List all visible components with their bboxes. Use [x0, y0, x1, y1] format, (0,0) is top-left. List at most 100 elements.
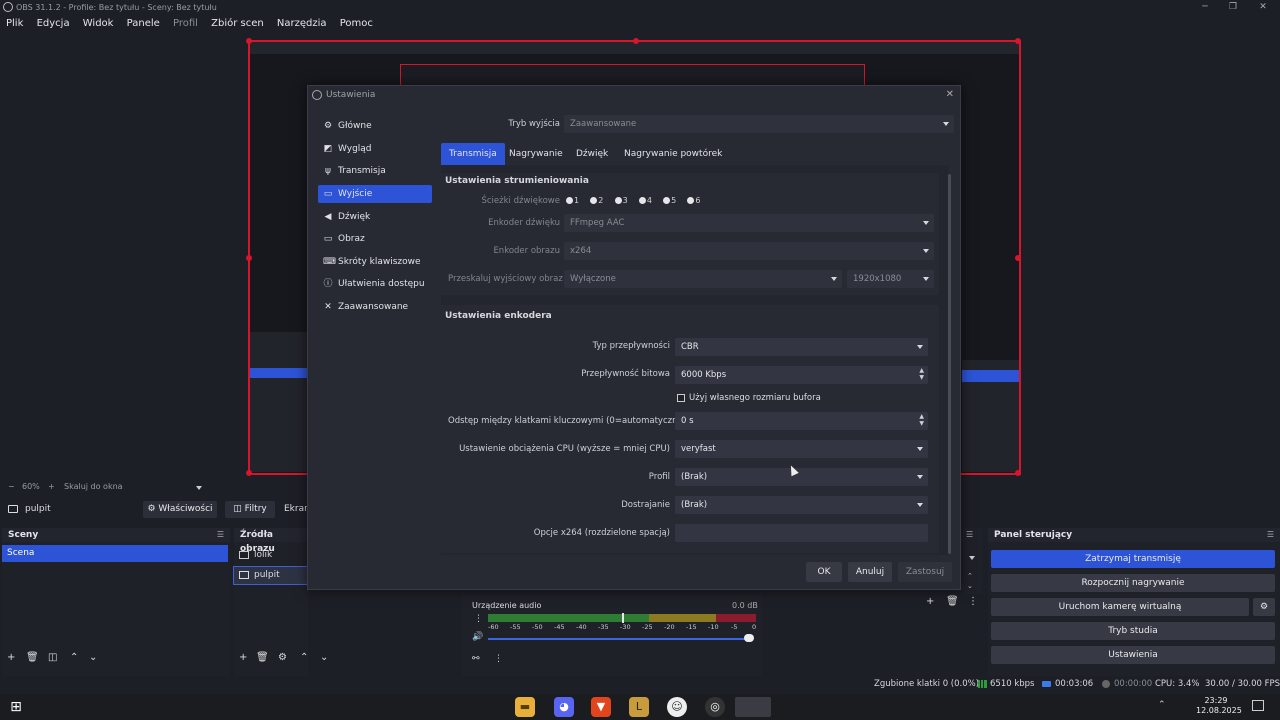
nav-appearance[interactable]: ◩ Wygląd [318, 140, 432, 158]
output-mode-select[interactable]: Zaawansowane [564, 115, 954, 133]
taskbar-time: 23:29 [1204, 696, 1228, 705]
brave-icon[interactable]: ▼ [591, 697, 611, 717]
keyframe-interval-input[interactable]: 0 s ▲ ▼ [675, 412, 928, 430]
virtual-camera-settings-icon[interactable]: ⚙ [1253, 598, 1275, 616]
window-title: OBS 31.1.2 - Profile: Bez tytułu - Sceny… [16, 3, 217, 12]
stop-stream-button[interactable]: Zatrzymaj transmisję [991, 550, 1275, 568]
start-recording-button[interactable]: Rozpocznij nagrywanie [991, 574, 1275, 592]
track-radio-5[interactable]: 5 [663, 196, 676, 205]
remove-audio-icon[interactable]: 🗑 [946, 596, 959, 607]
dock-menu-icon[interactable]: ☰ [217, 528, 224, 542]
close-window-button[interactable]: ✕ [1248, 0, 1278, 15]
screen-label[interactable]: Ekran [284, 504, 310, 514]
scrollbar[interactable] [948, 174, 951, 554]
profile-select[interactable]: (Brak) [675, 468, 928, 486]
nav-video[interactable]: ▭ Obraz [318, 230, 432, 248]
obs-taskbar-icon[interactable]: ◎ [705, 697, 725, 717]
menu-profile[interactable]: Profil [167, 15, 202, 33]
menu-view[interactable]: Widok [77, 15, 118, 33]
scene-filters-icon[interactable]: ◫ [48, 652, 57, 663]
menu-docks[interactable]: Panele [121, 15, 164, 33]
nav-stream[interactable]: ψ Transmisja [318, 162, 432, 180]
volume-handle[interactable] [744, 634, 754, 642]
custom-buffer-option[interactable]: Użyj własnego rozmiaru bufora [675, 393, 928, 405]
cancel-button[interactable]: Anuluj [848, 562, 892, 582]
tray-expand-icon[interactable]: ⌃ [1158, 700, 1166, 710]
menu-file[interactable]: Plik [0, 15, 27, 33]
remove-source-icon[interactable]: 🗑 [256, 652, 269, 663]
tab-audio[interactable]: Dźwięk [568, 143, 616, 165]
nav-advanced[interactable]: ✕ Zaawansowane [318, 298, 432, 316]
league-icon[interactable]: L [629, 697, 649, 717]
remove-scene-icon[interactable]: 🗑 [26, 652, 39, 663]
track-radio-2[interactable]: 2 [590, 196, 603, 205]
nav-general[interactable]: ⚙ Główne [318, 117, 432, 135]
antenna-icon: ψ [325, 166, 331, 176]
active-window-icon[interactable] [735, 697, 771, 717]
notification-icon[interactable] [1252, 700, 1264, 711]
scale-mode-select[interactable]: Skaluj do okna [64, 481, 123, 493]
rescale-output-select[interactable]: Wyłączone [564, 270, 842, 288]
menu-tools[interactable]: Narzędzia [271, 15, 331, 33]
virtual-camera-button[interactable]: Uruchom kamerę wirtualną [991, 598, 1249, 616]
track-radio-1[interactable]: 1 [566, 196, 579, 205]
nav-audio[interactable]: ◀ Dźwięk [318, 208, 432, 226]
settings-button[interactable]: Ustawienia [991, 646, 1275, 664]
custom-buffer-checkbox[interactable] [677, 394, 685, 402]
mixer-link-icon[interactable]: ⚯ [472, 654, 480, 664]
studio-mode-button[interactable]: Tryb studia [991, 622, 1275, 640]
scene-item[interactable]: Scena [2, 545, 228, 562]
tune-select[interactable]: (Brak) [675, 496, 928, 514]
maximize-button[interactable]: ❐ [1218, 0, 1248, 15]
audio-dock-menu-icon[interactable]: ⋮ [968, 596, 978, 607]
source-item-pulpit[interactable]: pulpit [233, 566, 309, 585]
zoom-out-button[interactable]: − [8, 481, 15, 493]
menu-scene-collection[interactable]: Zbiór scen [205, 15, 268, 33]
discord-icon[interactable]: ◕ [554, 697, 574, 717]
windows-start-icon[interactable]: ⊞ [6, 697, 26, 717]
dock-menu-icon[interactable]: ☰ [1267, 528, 1274, 542]
source-down-icon[interactable]: ⌄ [320, 652, 328, 663]
properties-button[interactable]: ⚙ Właściwości [143, 501, 217, 518]
sources-toolbar: + 🗑 ⚙ ⌃ [234, 652, 308, 668]
dialog-close-icon[interactable]: ✕ [946, 86, 954, 104]
nav-output[interactable]: ▭ Wyjście [318, 185, 432, 203]
speaker-icon[interactable]: 🔊 [472, 632, 483, 642]
volume-slider[interactable] [488, 638, 750, 640]
track-radio-6[interactable]: 6 [687, 196, 701, 205]
nav-hotkeys[interactable]: ⌨ Skróty klawiszowe [318, 253, 432, 271]
rescale-resolution-select[interactable]: 1920x1080 [847, 270, 934, 288]
bitrate-input[interactable]: 6000 Kbps ▲ ▼ [675, 366, 928, 384]
source-item-lolik[interactable]: lolik [234, 547, 308, 564]
track-radio-4[interactable]: 4 [638, 196, 652, 205]
audio-menu-icon[interactable]: ⋮ [474, 614, 483, 624]
minimize-button[interactable]: ─ [1190, 0, 1220, 15]
menu-help[interactable]: Pomoc [334, 15, 377, 33]
file-explorer-icon[interactable]: ▬ [515, 697, 535, 717]
source-settings-icon[interactable]: ⚙ [278, 652, 287, 663]
source-up-icon[interactable]: ⌃ [300, 652, 308, 663]
move-up-icon[interactable]: ⌃ [70, 652, 78, 663]
add-audio-icon[interactable]: + [926, 596, 934, 607]
zoom-in-button[interactable]: + [48, 481, 55, 493]
nav-accessibility[interactable]: ⓘ Ułatwienia dostępu [318, 275, 432, 293]
tab-streaming[interactable]: Transmisja [441, 143, 505, 165]
rate-control-select[interactable]: CBR [675, 338, 928, 356]
output-mode-label: Tryb wyjścia [508, 119, 560, 129]
app-icon[interactable]: ☺ [667, 697, 687, 717]
move-down-icon[interactable]: ⌄ [89, 652, 97, 663]
tab-recording[interactable]: Nagrywanie [501, 143, 571, 165]
track-radio-3[interactable]: 3 [614, 196, 628, 205]
apply-button[interactable]: Zastosuj [898, 562, 952, 582]
cpu-preset-select[interactable]: veryfast [675, 440, 928, 458]
tab-replay-buffer[interactable]: Nagrywanie powtórek [616, 143, 730, 165]
video-encoder-select[interactable]: x264 [564, 242, 934, 260]
mixer-menu-icon[interactable]: ⋮ [494, 654, 503, 664]
audio-encoder-select[interactable]: FFmpeg AAC [564, 214, 934, 232]
filters-button[interactable]: ◫ Filtry [225, 501, 275, 518]
add-source-icon[interactable]: + [239, 652, 247, 663]
x264-options-input[interactable] [675, 524, 928, 542]
add-scene-icon[interactable]: + [7, 652, 15, 663]
menu-edit[interactable]: Edycja [31, 15, 74, 33]
ok-button[interactable]: OK [806, 562, 842, 582]
